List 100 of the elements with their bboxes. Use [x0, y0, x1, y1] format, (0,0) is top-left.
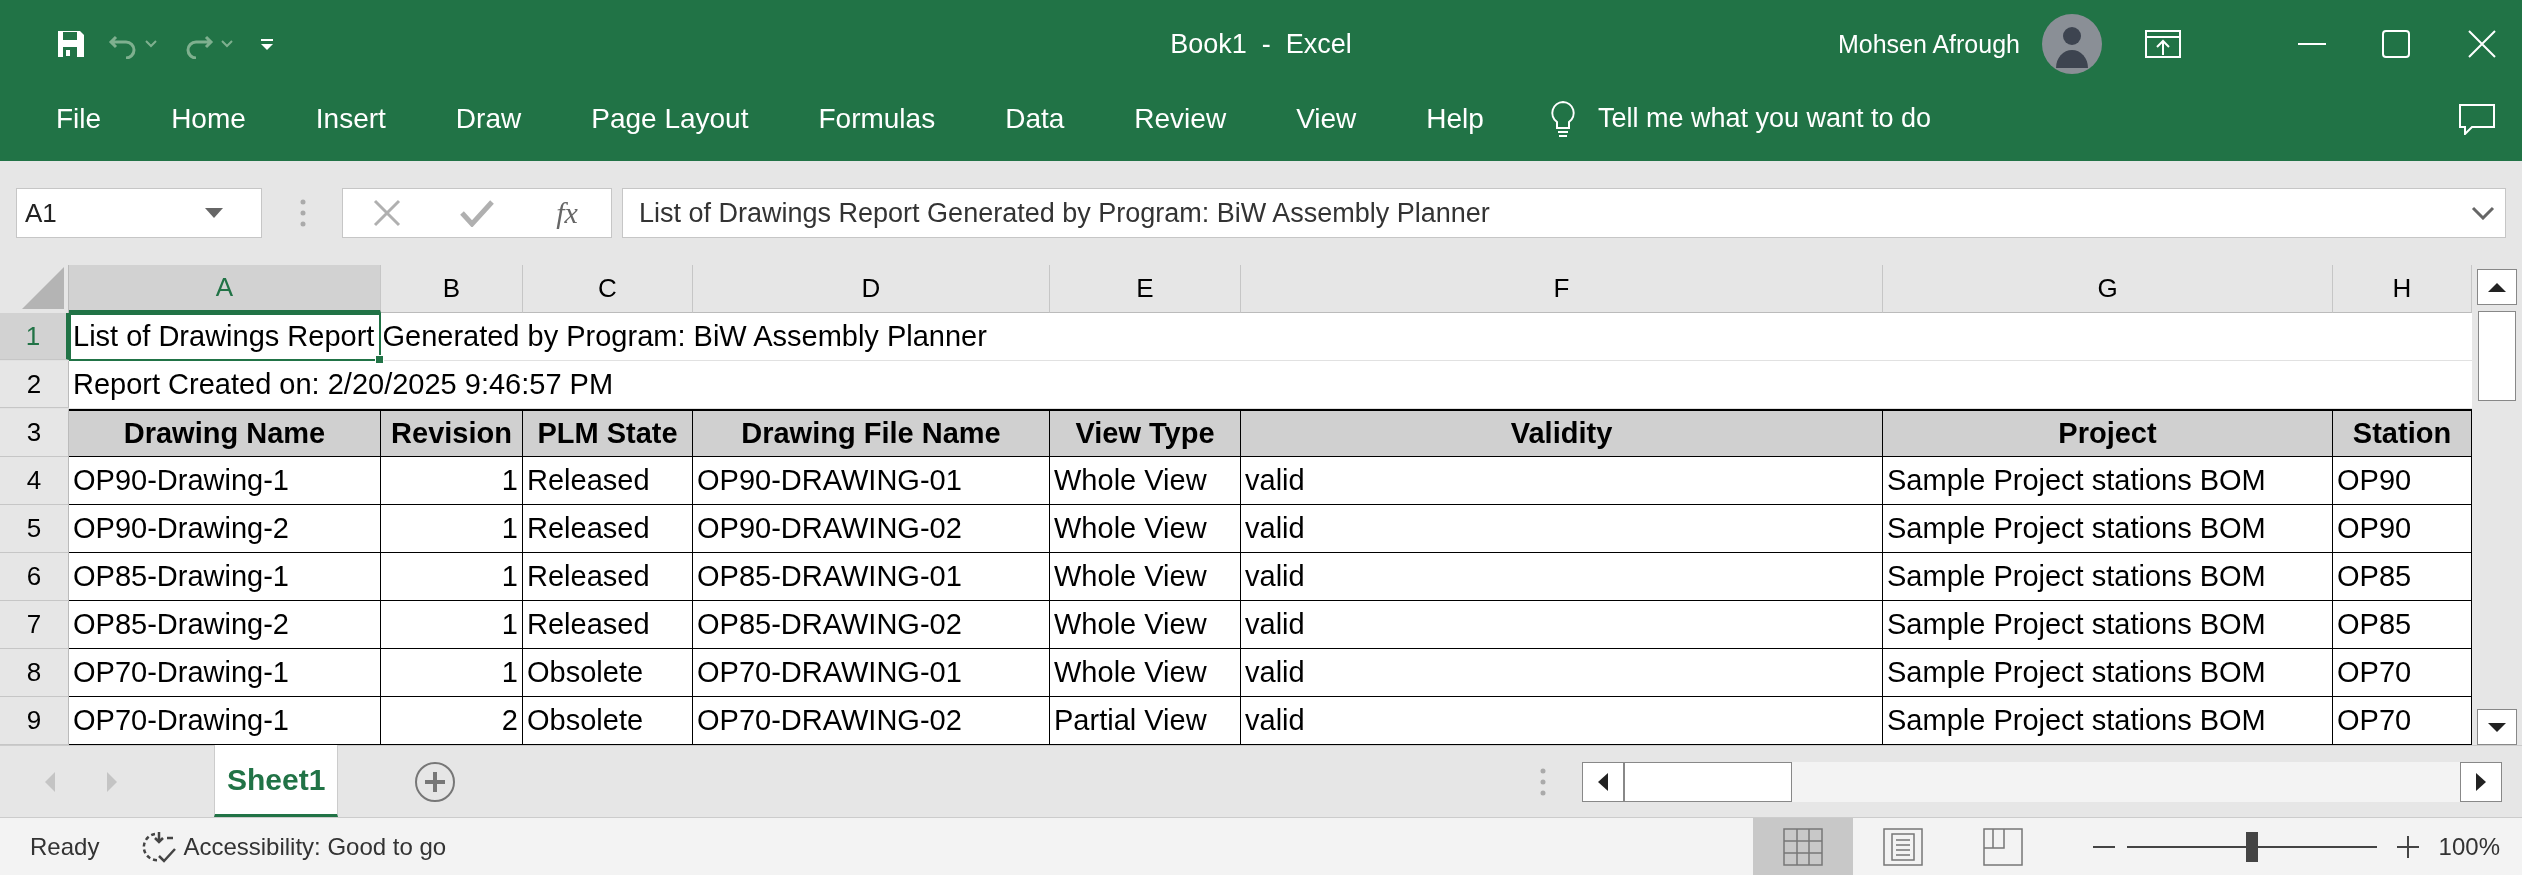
- page-break-icon: [1982, 827, 2023, 866]
- ribbon-tab[interactable]: Insert: [299, 96, 402, 141]
- row-header[interactable]: 7: [0, 601, 69, 649]
- header-cell: Revision: [381, 409, 523, 457]
- column-header[interactable]: C: [523, 265, 693, 313]
- scroll-right-icon[interactable]: [2460, 761, 2503, 802]
- close-icon[interactable]: [2468, 30, 2496, 58]
- table-cell: 1: [381, 649, 523, 697]
- table-cell: Sample Project stations BOM: [1883, 457, 2333, 505]
- table-cell: 1: [381, 601, 523, 649]
- table-cell: Released: [523, 553, 693, 601]
- page-icon: [1882, 827, 1923, 866]
- row-header[interactable]: 8: [0, 649, 69, 697]
- ribbon-tab[interactable]: Page Layout: [575, 96, 765, 141]
- scroll-down-icon[interactable]: [2477, 709, 2517, 745]
- table-cell: Sample Project stations BOM: [1883, 649, 2333, 697]
- status-text: Ready: [30, 832, 100, 861]
- lightbulb-icon[interactable]: [1549, 99, 1576, 138]
- header-cell: Station: [2333, 409, 2472, 457]
- zoom-level[interactable]: 100%: [2438, 832, 2500, 861]
- table-cell: 1: [381, 553, 523, 601]
- header-cell: Validity: [1241, 409, 1883, 457]
- grid-icon: [1782, 827, 1823, 866]
- column-header[interactable]: E: [1050, 265, 1241, 313]
- column-header[interactable]: F: [1241, 265, 1883, 313]
- row-header[interactable]: 2: [0, 361, 69, 408]
- row-header[interactable]: 9: [0, 697, 69, 745]
- header-cell: Drawing File Name: [693, 409, 1050, 457]
- expand-icon[interactable]: [2471, 206, 2495, 220]
- table-cell: Sample Project stations BOM: [1883, 505, 2333, 553]
- save-icon[interactable]: [56, 29, 86, 59]
- table-cell: valid: [1241, 505, 1883, 553]
- ribbon-tab[interactable]: Data: [989, 96, 1081, 141]
- zoom-slider-thumb[interactable]: [2245, 831, 2258, 862]
- table-cell: OP85-Drawing-1: [69, 553, 381, 601]
- maximize-icon[interactable]: [2382, 30, 2410, 58]
- table-cell: Released: [523, 457, 693, 505]
- sheet-tab[interactable]: Sheet1: [214, 745, 339, 817]
- header-cell: Drawing Name: [69, 409, 381, 457]
- add-sheet-icon[interactable]: [414, 760, 457, 803]
- table-cell: OP90-DRAWING-02: [693, 505, 1050, 553]
- ribbon-tab[interactable]: Home: [155, 96, 262, 141]
- avatar[interactable]: [2042, 14, 2102, 74]
- table-cell: Whole View: [1050, 505, 1241, 553]
- row-header[interactable]: 3: [0, 409, 69, 457]
- table-cell: OP70-DRAWING-01: [693, 649, 1050, 697]
- table-cell: OP70-Drawing-1: [69, 649, 381, 697]
- cell-text: Report Created on: 2/20/2025 9:46:57 PM: [73, 368, 614, 401]
- table-cell: 1: [381, 505, 523, 553]
- accessibility-status[interactable]: Accessibility: Good to go: [183, 832, 447, 861]
- scroll-thumb[interactable]: [2478, 311, 2516, 401]
- column-header[interactable]: G: [1883, 265, 2333, 313]
- column-header[interactable]: D: [693, 265, 1050, 313]
- table-cell: OP85-DRAWING-01: [693, 553, 1050, 601]
- table-cell: OP85-Drawing-2: [69, 601, 381, 649]
- table-cell: valid: [1241, 601, 1883, 649]
- comment-icon[interactable]: [2458, 102, 2496, 135]
- window-title: Book1 - Excel: [1170, 28, 1352, 60]
- table-cell: valid: [1241, 457, 1883, 505]
- row-header[interactable]: 5: [0, 505, 69, 553]
- customize-toolbar-icon[interactable]: [260, 37, 274, 51]
- check-icon[interactable]: [460, 199, 495, 227]
- table-cell: Released: [523, 505, 693, 553]
- insert-function-button[interactable]: fx: [552, 196, 582, 230]
- ribbon-tab[interactable]: Draw: [439, 96, 538, 141]
- tell-me-field[interactable]: Tell me what you want to do: [1597, 99, 2018, 138]
- zoom-in-icon[interactable]: [2396, 835, 2419, 858]
- table-cell: OP90-Drawing-2: [69, 505, 381, 553]
- cell-text: List of Drawings Report Generated by Program: BiW Assembly Planner: [73, 320, 987, 353]
- table-cell: OP90-DRAWING-01: [693, 457, 1050, 505]
- table-cell: valid: [1241, 649, 1883, 697]
- column-header[interactable]: A: [69, 265, 381, 313]
- ribbon-tab[interactable]: File: [40, 96, 118, 141]
- scroll-thumb[interactable]: [1624, 761, 1793, 802]
- caret-icon[interactable]: [205, 208, 223, 218]
- ribbon-tab[interactable]: Review: [1118, 96, 1243, 141]
- ribbon-tab[interactable]: Help: [1410, 96, 1500, 141]
- accessibility-icon[interactable]: [141, 829, 178, 864]
- table-cell: Released: [523, 601, 693, 649]
- row-header[interactable]: 4: [0, 457, 69, 505]
- table-cell: Sample Project stations BOM: [1883, 601, 2333, 649]
- fill-handle[interactable]: [375, 355, 384, 364]
- minimize-icon[interactable]: [2298, 42, 2326, 46]
- row-header[interactable]: 6: [0, 553, 69, 601]
- table-cell: Whole View: [1050, 601, 1241, 649]
- ribbon-tab[interactable]: View: [1280, 96, 1373, 141]
- horizontal-scrollbar[interactable]: [1582, 761, 2503, 802]
- table-cell: Sample Project stations BOM: [1883, 553, 2333, 601]
- ribbon-tab[interactable]: Formulas: [802, 96, 952, 141]
- scroll-left-icon[interactable]: [1582, 761, 1625, 802]
- scroll-up-icon[interactable]: [2477, 269, 2517, 305]
- name-box[interactable]: A1: [16, 188, 262, 238]
- formula-bar[interactable]: List of Drawings Report Generated by Program: BiW Assembly Planner: [622, 188, 2506, 238]
- row-header[interactable]: 1: [0, 313, 69, 360]
- grip-icon: [1540, 766, 1547, 797]
- column-header[interactable]: B: [381, 265, 523, 313]
- table-cell: Obsolete: [523, 649, 693, 697]
- user-name[interactable]: Mohsen Afrough: [1837, 29, 2020, 59]
- table-cell: Whole View: [1050, 649, 1241, 697]
- ribbon-display-icon[interactable]: [2144, 29, 2182, 59]
